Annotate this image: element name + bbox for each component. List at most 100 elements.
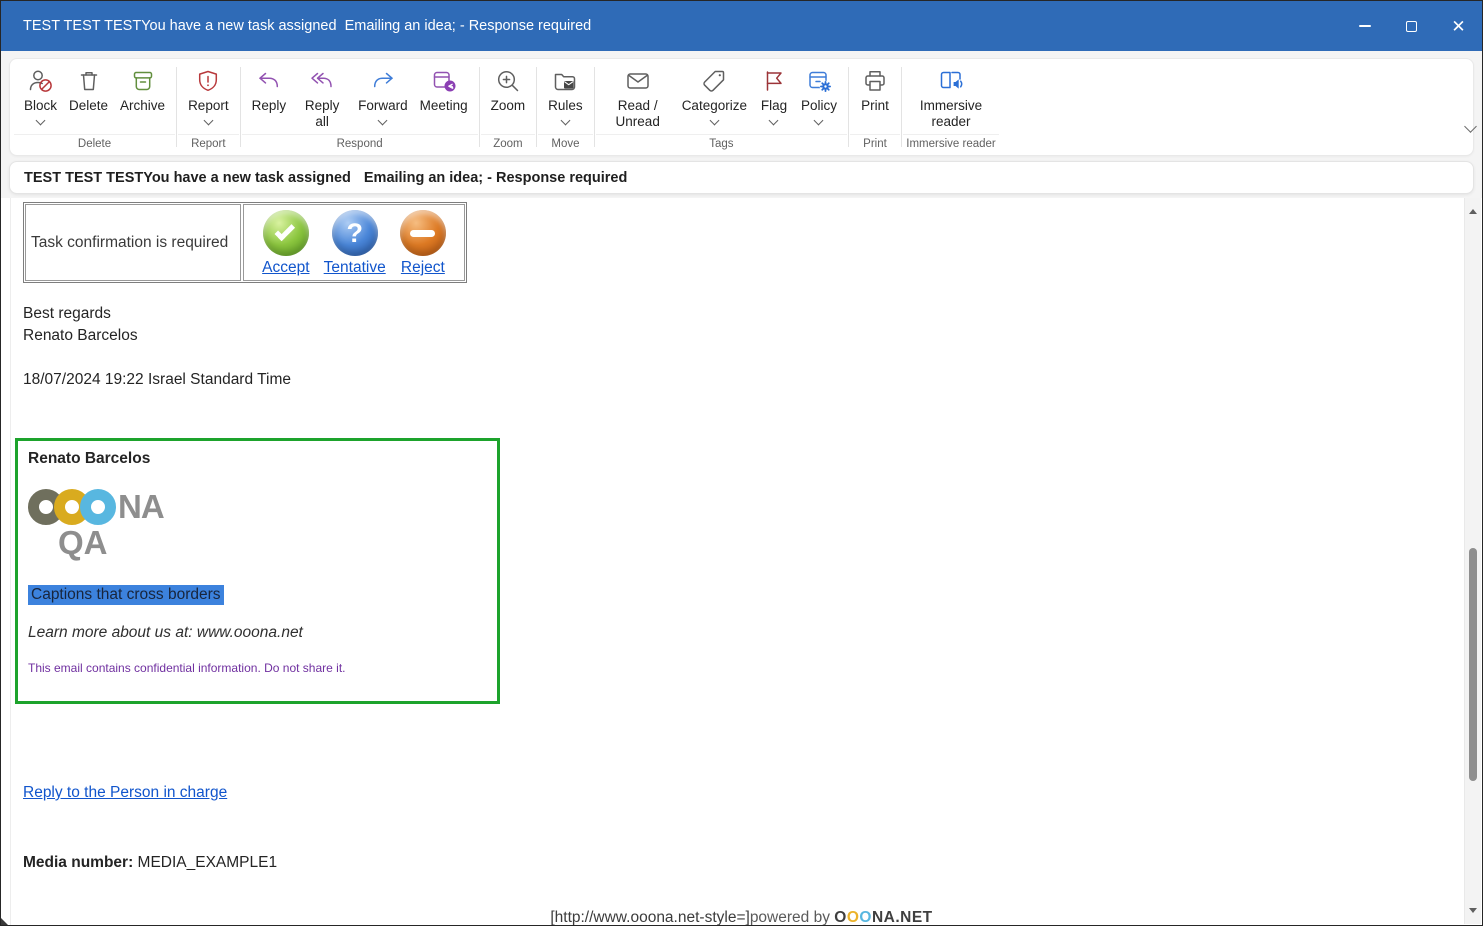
window-title: TEST TEST TESTYou have a new task assign…: [1, 18, 591, 34]
outlook-message-window: TEST TEST TESTYou have a new task assign…: [0, 0, 1483, 926]
categorize-button[interactable]: Categorize: [676, 66, 753, 124]
block-button[interactable]: Block: [18, 66, 63, 124]
flag-button[interactable]: Flag: [753, 66, 795, 124]
accept-link[interactable]: Accept: [262, 259, 309, 277]
chevron-down-icon: [814, 116, 824, 126]
zoom-label: Zoom: [491, 98, 526, 114]
delete-icon: [74, 66, 104, 96]
accept-icon[interactable]: [263, 210, 309, 256]
media-number-label: Media number:: [23, 854, 133, 871]
ribbon-divider: [594, 67, 595, 147]
ribbon-group-immersive-reader: Immersive reader Immersive reader: [903, 59, 999, 155]
ribbon-divider: [536, 67, 537, 147]
immersive-reader-button[interactable]: Immersive reader: [907, 66, 995, 130]
reply-to-person-link[interactable]: Reply to the Person in charge: [23, 784, 227, 801]
scroll-up-icon[interactable]: [1469, 209, 1477, 214]
maximize-button[interactable]: [1388, 1, 1435, 51]
forward-button[interactable]: Forward: [352, 66, 414, 124]
immersive-reader-icon: [936, 66, 966, 96]
reply-label: Reply: [252, 98, 287, 114]
footer-powered-by: [http://www.ooona.net-style=]powered by …: [1, 909, 1482, 926]
reply-all-button[interactable]: Reply all: [292, 66, 352, 130]
signature-box: Renato Barcelos NA QA Captions that cros…: [15, 438, 500, 704]
accept-action[interactable]: Accept: [262, 210, 309, 277]
media-number-value: MEDIA_EXAMPLE1: [138, 854, 278, 871]
chevron-down-icon: [36, 116, 46, 126]
close-icon: ✕: [1451, 18, 1465, 35]
chevron-down-icon: [203, 116, 213, 126]
reply-all-label: Reply all: [298, 98, 346, 130]
maximize-icon: [1406, 21, 1417, 32]
subject-bar: TEST TEST TESTYou have a new task assign…: [9, 161, 1474, 194]
rules-icon: [550, 66, 580, 96]
read-unread-icon: [623, 66, 653, 96]
tentative-icon[interactable]: ?: [332, 210, 378, 256]
confidential-notice: This email contains confidential informa…: [28, 661, 487, 675]
ribbon-group-label: Move: [538, 134, 593, 155]
meeting-label: Meeting: [420, 98, 468, 114]
print-icon: [860, 66, 890, 96]
delete-label: Delete: [69, 98, 108, 114]
tentative-action[interactable]: ? Tentative: [324, 210, 386, 277]
categorize-label: Categorize: [682, 98, 747, 114]
minus-glyph: [410, 230, 435, 237]
policy-icon: [804, 66, 834, 96]
archive-label: Archive: [120, 98, 165, 114]
sender-name: Renato Barcelos: [23, 325, 1452, 347]
ribbon-divider: [848, 67, 849, 147]
message-body: Task confirmation is required Accept ? T…: [1, 198, 1482, 926]
reject-icon[interactable]: [400, 210, 446, 256]
ribbon-group-respond: Reply Reply all Forward: [242, 59, 478, 155]
timestamp: 18/07/2024 19:22 Israel Standard Time: [23, 369, 1452, 391]
logo-qa-text: QA: [58, 524, 487, 562]
scrollbar-thumb[interactable]: [1469, 548, 1477, 781]
ribbon-divider: [240, 67, 241, 147]
policy-button[interactable]: Policy: [795, 66, 843, 124]
subject-primary: TEST TEST TESTYou have a new task assign…: [24, 170, 351, 186]
immersive-reader-label: Immersive reader: [913, 98, 989, 130]
ribbon-divider: [901, 67, 902, 147]
close-button[interactable]: ✕: [1435, 1, 1482, 51]
archive-button[interactable]: Archive: [114, 66, 171, 114]
scroll-down-icon[interactable]: [1469, 908, 1477, 913]
logo-na-text: NA: [118, 488, 164, 526]
meeting-button[interactable]: Meeting: [414, 66, 474, 114]
report-icon: [193, 66, 223, 96]
minimize-button[interactable]: [1341, 1, 1388, 51]
flag-icon: [759, 66, 789, 96]
minimize-icon: [1359, 25, 1371, 27]
ribbon-group-label: Print: [850, 134, 900, 155]
delete-button[interactable]: Delete: [63, 66, 114, 114]
flag-label: Flag: [761, 98, 787, 114]
ribbon-group-tags: Read / Unread Categorize: [596, 59, 847, 155]
ribbon-group-label: Tags: [596, 134, 847, 155]
report-button[interactable]: Report: [182, 66, 235, 124]
ribbon-divider: [479, 67, 480, 147]
tentative-link[interactable]: Tentative: [324, 259, 386, 277]
ribbon-area: Block Delete: [1, 51, 1482, 198]
question-glyph: ?: [346, 218, 363, 249]
ribbon-group-label: Report: [178, 134, 239, 155]
signature-learn-more: Learn more about us at: www.ooona.net: [28, 624, 487, 642]
closing-text: Best regards: [23, 303, 1452, 325]
chevron-down-icon: [560, 116, 570, 126]
reply-button[interactable]: Reply: [246, 66, 293, 114]
print-button[interactable]: Print: [854, 66, 896, 114]
vertical-scrollbar[interactable]: [1464, 198, 1481, 924]
categorize-icon: [699, 66, 729, 96]
block-label: Block: [24, 98, 57, 114]
zoom-icon: [493, 66, 523, 96]
ribbon-group-label: Immersive reader: [903, 134, 999, 155]
rules-label: Rules: [548, 98, 583, 114]
read-unread-button[interactable]: Read / Unread: [600, 66, 676, 130]
reject-action[interactable]: Reject: [400, 210, 446, 277]
resize-grip[interactable]: [1, 918, 8, 925]
zoom-button[interactable]: Zoom: [485, 66, 532, 114]
reject-link[interactable]: Reject: [401, 259, 445, 277]
media-number-row: Media number: MEDIA_EXAMPLE1: [23, 854, 1452, 872]
ribbon: Block Delete: [9, 58, 1474, 156]
rules-button[interactable]: Rules: [542, 66, 589, 124]
ooona-logo: NA: [28, 488, 487, 526]
chevron-down-icon: [378, 116, 388, 126]
window-controls: ✕: [1341, 1, 1482, 51]
